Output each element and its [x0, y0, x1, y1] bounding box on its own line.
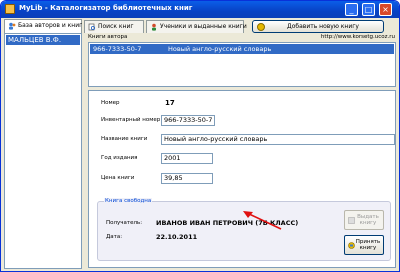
tab-label: Ученики и выданные книги: [160, 23, 247, 30]
authors-list[interactable]: МАЛЬЦЕВ В.Ф.: [4, 33, 82, 269]
inventory-label: Инвентарный номер: [101, 117, 161, 123]
date-label: Дата:: [106, 234, 123, 240]
book-detail: Номер 17 Инвентарный номер 966-7333-50-7…: [88, 90, 396, 268]
date-value: 22.10.2011: [156, 233, 198, 241]
holder-label: Получатель:: [106, 220, 143, 226]
tab-bar: База авторов и книг Поиск книг Ученики и…: [4, 19, 398, 33]
minimize-button[interactable]: _: [345, 3, 358, 16]
students-icon: [152, 23, 156, 31]
year-input[interactable]: 2001: [161, 153, 213, 164]
name-label: Название книги: [101, 136, 148, 142]
accept-book-button[interactable]: Принять книгу: [344, 235, 384, 255]
issue-book-icon: [348, 217, 355, 224]
window-title: MyLib - Каталогизатор библиотечных книг: [19, 4, 193, 12]
availability-title: Книга свободна: [104, 198, 153, 204]
tab-authors-books[interactable]: База авторов и книг: [4, 19, 82, 33]
add-book-button[interactable]: Добавить новую книгу: [252, 20, 384, 33]
users-icon: [9, 22, 16, 30]
inventory-input[interactable]: 966-7333-50-7: [161, 115, 215, 126]
tab-students-issued[interactable]: Ученики и выданные книги: [146, 20, 247, 33]
close-button[interactable]: ×: [379, 3, 392, 16]
books-list[interactable]: 966-7333-50-7 Новый англо-русский словар…: [88, 42, 396, 87]
issue-book-button[interactable]: Выдать книгу: [344, 210, 384, 230]
price-label: Цена книги: [101, 175, 135, 181]
author-item[interactable]: МАЛЬЦЕВ В.Ф.: [6, 35, 80, 45]
number-label: Номер: [101, 100, 120, 106]
year-label: Год издания: [101, 155, 138, 161]
tab-label: Поиск книг: [98, 23, 134, 30]
title-bar[interactable]: MyLib - Каталогизатор библиотечных книг …: [1, 1, 399, 18]
books-header: Книги автора: [88, 34, 128, 40]
book-app-icon: [5, 4, 15, 14]
price-input[interactable]: 39,85: [161, 173, 213, 184]
number-value: 17: [165, 99, 175, 107]
maximize-button[interactable]: □: [362, 3, 375, 16]
books-panel: Книги автора http://www.korsetg.ucoz.ru …: [85, 33, 398, 269]
name-input[interactable]: Новый англо-русский словарь: [161, 134, 395, 145]
tab-search-books[interactable]: Поиск книг: [84, 20, 144, 33]
annotation-arrow: [243, 211, 282, 230]
issue-book-label: Выдать книгу: [357, 214, 379, 226]
accept-book-icon: [348, 242, 355, 249]
app-window: MyLib - Каталогизатор библиотечных книг …: [0, 0, 400, 272]
book-title: Новый англо-русский словарь: [168, 45, 272, 53]
accept-book-label: Принять книгу: [355, 239, 381, 251]
website-link[interactable]: http://www.korsetg.ucoz.ru: [321, 34, 395, 40]
add-book-label: Добавить новую книгу: [287, 23, 359, 30]
tab-label: База авторов и книг: [18, 22, 83, 29]
book-id: 966-7333-50-7: [93, 45, 142, 53]
book-row[interactable]: 966-7333-50-7 Новый англо-русский словар…: [90, 44, 394, 54]
add-book-icon: [257, 23, 265, 31]
search-icon: [88, 23, 96, 31]
